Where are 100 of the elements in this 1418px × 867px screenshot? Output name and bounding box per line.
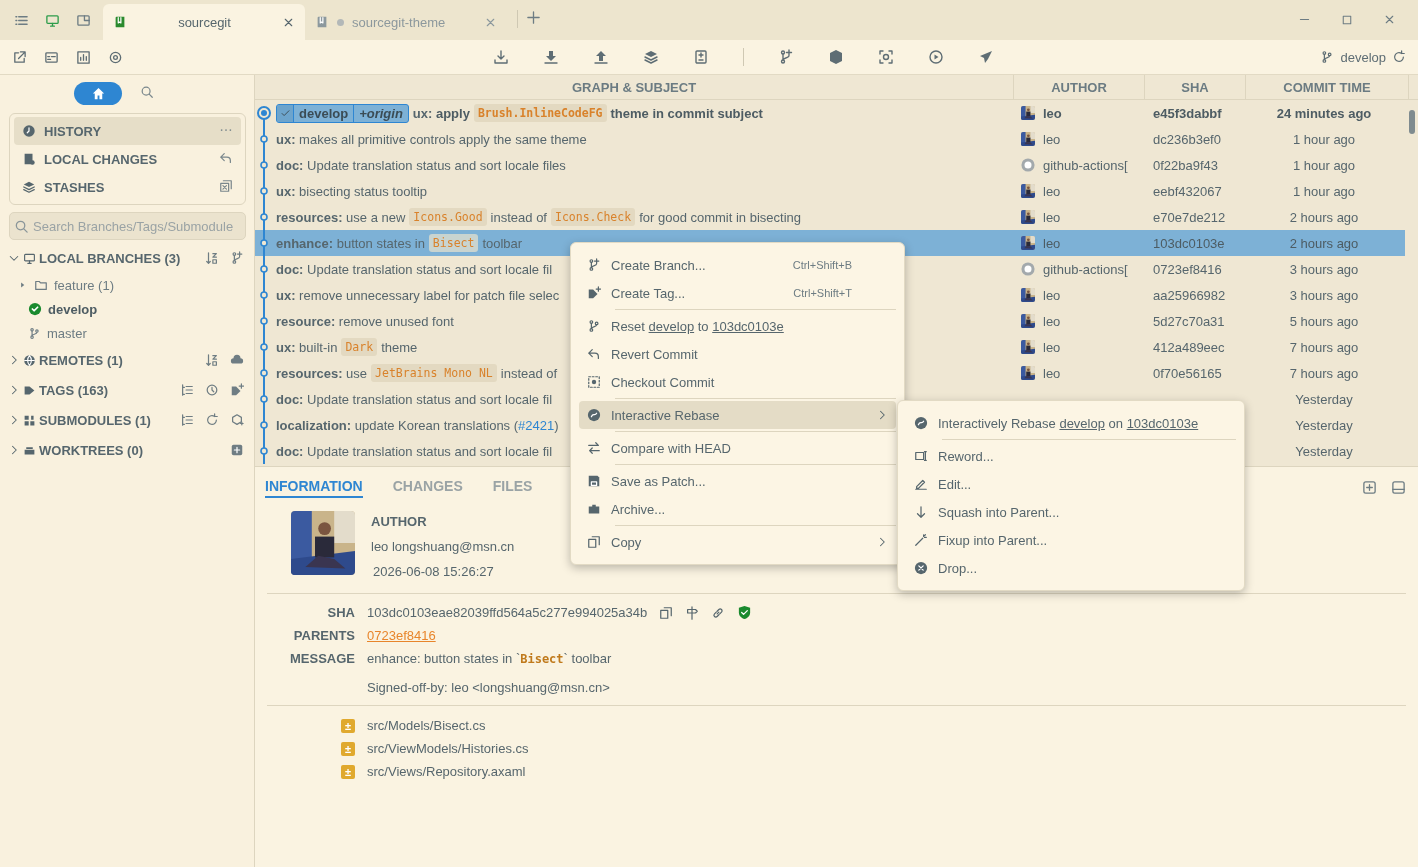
grid-icon [23, 413, 36, 427]
file-path[interactable]: src/Views/Repository.axaml [367, 764, 1418, 779]
add-icon[interactable] [230, 443, 244, 457]
commit-subject: toolbar [482, 235, 523, 251]
branch-name: develop [298, 104, 350, 122]
signpost-icon[interactable] [685, 605, 700, 620]
detail-tab[interactable]: INFORMATION [265, 476, 363, 498]
dot-icon [337, 18, 344, 26]
close-icon[interactable] [1383, 13, 1396, 26]
download-icon[interactable] [493, 49, 509, 65]
sort-icon[interactable] [205, 353, 219, 367]
column-header[interactable]: COMMIT TIME [1246, 75, 1409, 99]
monitor-icon [23, 251, 36, 265]
menu-item[interactable]: Revert Commit [579, 340, 896, 368]
section-header[interactable]: SUBMODULES (1) [4, 405, 250, 435]
section-header[interactable]: TAGS (163) [4, 375, 250, 405]
play-icon[interactable] [928, 49, 944, 65]
rename-icon [914, 449, 928, 463]
sort-icon[interactable] [205, 251, 219, 265]
terminal-icon[interactable] [44, 49, 59, 65]
menu-item[interactable]: Fixup into Parent... [906, 526, 1236, 554]
column-header[interactable]: AUTHOR [1014, 75, 1145, 99]
cloud-icon[interactable] [230, 353, 244, 367]
menu-item[interactable]: Reword... [906, 442, 1236, 470]
list-icon[interactable] [14, 13, 29, 28]
section-header[interactable]: WORKTREES (0) [4, 435, 250, 465]
refresh-icon[interactable] [1392, 50, 1406, 64]
menu-item[interactable]: Archive... [579, 495, 896, 523]
rebase-icon [587, 408, 601, 422]
tag-add-icon[interactable] [230, 383, 244, 397]
pencil-icon [914, 477, 928, 491]
menu-item[interactable]: Checkout Commit [579, 368, 896, 396]
search-icon[interactable] [140, 85, 154, 99]
cube-icon[interactable] [828, 49, 844, 65]
column-header[interactable]: GRAPH & SUBJECT [255, 75, 1014, 99]
window-icon[interactable] [76, 13, 91, 28]
branch-add-icon[interactable] [230, 251, 244, 265]
commit-time: 1 hour ago [1292, 131, 1356, 147]
current-branch[interactable]: develop [1340, 49, 1386, 65]
menu-item[interactable]: Interactive Rebase [579, 401, 896, 429]
view-item[interactable]: HISTORY [14, 117, 241, 145]
pull-icon[interactable] [543, 49, 559, 65]
issue-link[interactable]: #2421 [518, 417, 555, 433]
copy-icon[interactable] [659, 605, 674, 620]
commit-sha: 5d27c70a31 [1153, 313, 1225, 329]
list-icon[interactable] [180, 383, 194, 397]
maximize-icon[interactable] [1341, 13, 1353, 26]
clear-icon[interactable] [219, 178, 233, 193]
commit-time: 3 hours ago [1289, 287, 1359, 303]
section-header[interactable]: REMOTES (1) [4, 345, 250, 375]
document-icon[interactable] [693, 49, 709, 65]
home-icon [90, 86, 106, 101]
menu-item[interactable]: Squash into Parent... [906, 498, 1236, 526]
branch-item[interactable]: master [4, 321, 250, 345]
link-icon[interactable] [711, 605, 726, 620]
chart-icon[interactable] [76, 49, 91, 65]
menu-item[interactable]: Drop... [906, 554, 1236, 582]
menu-item[interactable]: Interactively Rebase develop on 103dc0103e [906, 409, 1236, 437]
branch-icon[interactable] [778, 49, 794, 65]
search-icon [14, 218, 29, 234]
open-external-icon[interactable] [12, 49, 27, 65]
expand-icon[interactable] [1362, 479, 1377, 495]
file-path[interactable]: src/ViewModels/Histories.cs [367, 741, 1418, 756]
section-header[interactable]: LOCAL BRANCHES (3) [4, 243, 250, 273]
layers-icon[interactable] [643, 49, 659, 65]
view-item[interactable]: LOCAL CHANGES [14, 145, 241, 173]
home-button[interactable] [74, 82, 122, 105]
column-header[interactable]: SHA [1145, 75, 1246, 99]
cube-add-icon[interactable] [230, 413, 244, 427]
menu-item[interactable]: Reset develop to 103dc0103e [579, 312, 896, 340]
commit-sha: e45f3dabbf [1153, 105, 1222, 121]
push-icon[interactable] [593, 49, 609, 65]
clock-icon[interactable] [205, 383, 219, 397]
layout-icon[interactable] [1391, 479, 1406, 495]
view-item[interactable]: STASHES [14, 173, 241, 201]
refresh-icon[interactable] [205, 413, 219, 427]
monitor-icon[interactable] [45, 13, 60, 28]
menu-item[interactable]: Compare with HEAD [579, 434, 896, 462]
branch-badge[interactable]: develop +origin [276, 103, 409, 123]
swap-icon [587, 441, 601, 455]
repository-tab[interactable]: sourcegit [103, 4, 305, 40]
crosshair-icon[interactable] [878, 49, 894, 65]
sha-value: 103dc0103eae82039ffd564a5c277e994025a34b [367, 605, 648, 620]
scrollbar[interactable] [1408, 110, 1415, 134]
menu-item[interactable]: Create Branch... Ctrl+Shift+B [579, 251, 896, 279]
file-path[interactable]: src/Models/Bisect.cs [367, 718, 1418, 733]
list-icon[interactable] [180, 413, 194, 427]
menu-item[interactable]: Copy [579, 528, 896, 556]
settings-icon[interactable] [108, 49, 123, 65]
rocket-icon[interactable] [978, 49, 994, 65]
menu-item[interactable]: Save as Patch... [579, 467, 896, 495]
branch-folder[interactable]: feature (1) [4, 273, 250, 297]
commit-subject: doc: Update translation status and sort locale fil [276, 443, 553, 459]
menu-item[interactable]: Edit... [906, 470, 1236, 498]
add-icon[interactable] [526, 10, 541, 25]
branch-item[interactable]: develop [4, 297, 250, 321]
search-field[interactable]: Search Branches/Tags/Submodule [9, 212, 246, 240]
menu-item[interactable]: Create Tag... Ctrl+Shift+T [579, 279, 896, 307]
undo-icon[interactable] [219, 150, 233, 165]
shortcut-label: Ctrl+Shift+T [793, 287, 853, 299]
